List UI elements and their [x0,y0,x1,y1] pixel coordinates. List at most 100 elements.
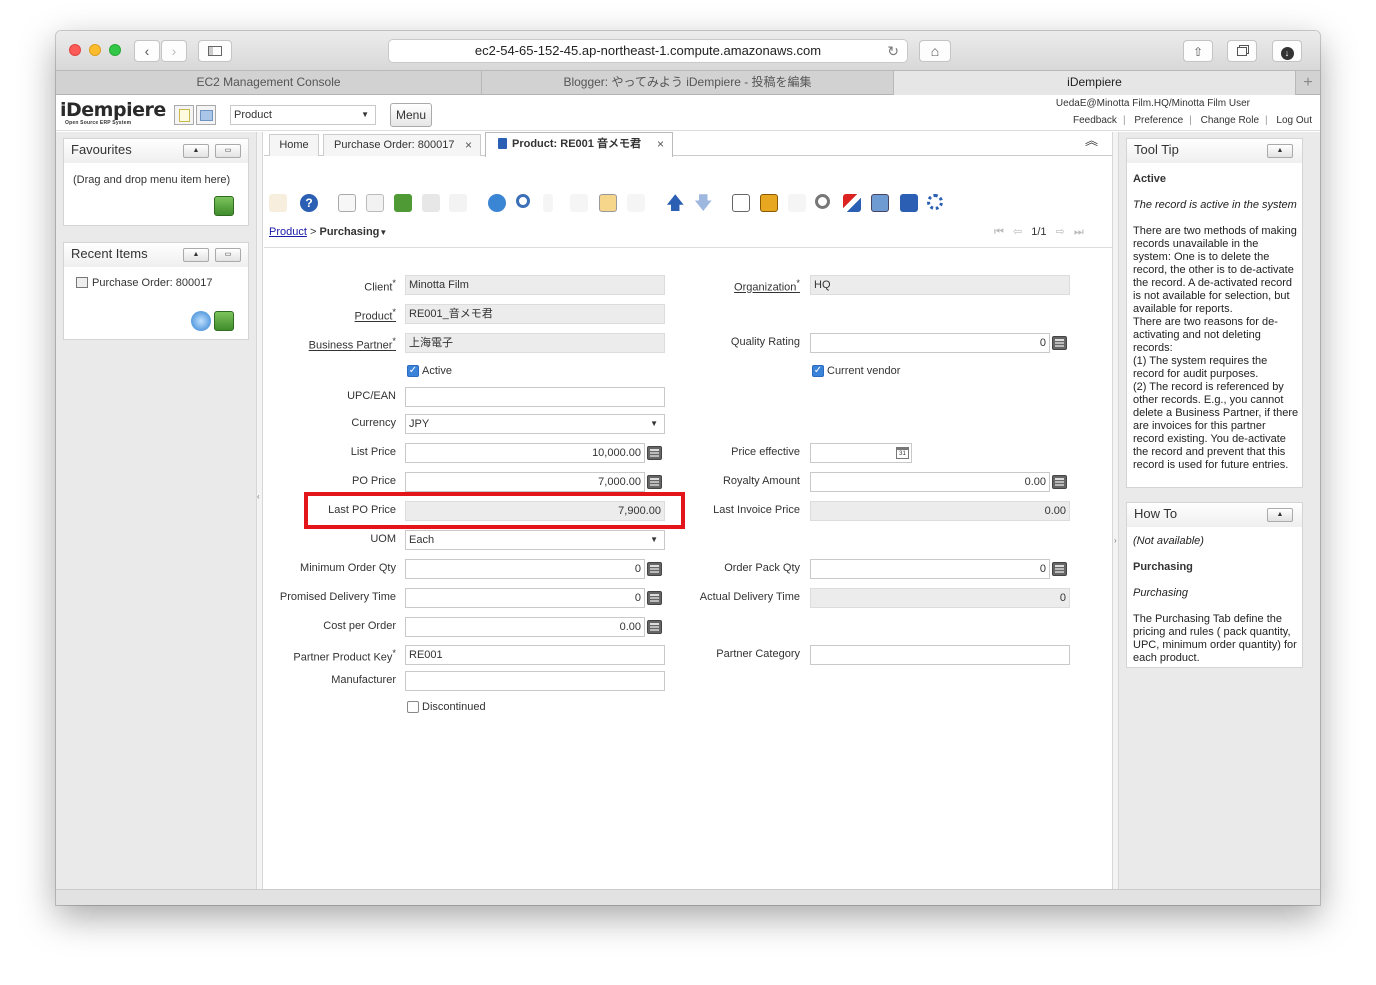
collapse-tooltip-button[interactable]: ▲ [1267,144,1293,158]
copy-record-icon[interactable] [366,194,384,212]
address-bar[interactable]: ec2-54-65-152-45.ap-northeast-1.compute.… [388,39,908,63]
downloads-button[interactable]: ↓ [1272,40,1302,62]
find-icon[interactable] [516,194,530,208]
forward-button[interactable]: › [161,40,187,62]
promised-delivery-input[interactable]: 0 [405,588,645,608]
archive-icon[interactable] [760,194,778,212]
order-pack-qty-input[interactable]: 0 [810,559,1050,579]
save-icon[interactable] [422,194,440,212]
calculator-icon[interactable] [1052,562,1067,576]
new-record-icon[interactable] [338,194,356,212]
menu-button[interactable]: Menu [390,103,432,127]
multi-row-icon[interactable] [627,194,645,212]
product-field[interactable]: RE001_音メモ君 [405,304,665,324]
tab-product[interactable]: Product: RE001 音メモ君 × [485,132,673,157]
prev-record-icon[interactable]: ⇦ [1013,226,1022,238]
actual-delivery-field[interactable]: 0 [810,588,1070,608]
calendar-icon[interactable]: 31 [896,447,909,459]
partner-category-input[interactable] [810,645,1070,665]
upc-input[interactable] [405,387,665,407]
close-tab-icon[interactable]: × [657,133,664,155]
collapse-recent-button[interactable]: ▲ [183,248,209,262]
collapse-howto-button[interactable]: ▲ [1267,508,1293,522]
attachment-icon[interactable] [543,194,553,212]
reload-icon[interactable]: ↻ [887,40,899,62]
last-invoice-price-field[interactable]: 0.00 [810,501,1070,521]
last-record-icon[interactable]: ⏭ [1074,226,1084,238]
browser-tab-blogger[interactable]: Blogger: やってみよう iDempiere - 投稿を編集 [482,71,894,95]
collapse-tabs-icon[interactable]: ︽ [1085,134,1098,147]
back-button[interactable]: ‹ [134,40,160,62]
maximize-favourites-button[interactable]: ▭ [215,144,241,158]
next-tab-icon[interactable]: 🡇 [694,194,713,212]
refresh-icon[interactable] [191,311,211,331]
business-partner-field[interactable]: 上海電子 [405,333,665,353]
report-icon[interactable] [732,194,750,212]
print-icon[interactable] [788,194,806,212]
po-price-input[interactable]: 7,000.00 [405,472,645,492]
breadcrumb-current[interactable]: Purchasing [319,226,379,238]
currency-select[interactable]: JPY ▼ [405,414,665,434]
uom-select[interactable]: Each ▼ [405,530,665,550]
calculator-icon[interactable] [1052,475,1067,489]
discontinued-checkbox[interactable] [407,701,419,713]
new-tab-button[interactable]: + [1296,71,1320,95]
active-workflows-icon[interactable] [843,194,861,212]
calculator-icon[interactable] [647,446,662,460]
recycle-bin-icon[interactable] [214,311,234,331]
quality-rating-field[interactable]: 0 [810,333,1050,353]
recycle-bin-icon[interactable] [214,196,234,216]
royalty-amount-input[interactable]: 0.00 [810,472,1050,492]
settings-gear-icon[interactable] [927,194,943,210]
calculator-icon[interactable] [647,475,662,489]
open-window-icon[interactable] [196,105,216,125]
tab-home[interactable]: Home [269,134,319,156]
active-checkbox[interactable]: ✓ [407,365,419,377]
undo-icon[interactable] [269,194,287,212]
first-record-icon[interactable]: ⏮ [994,226,1004,238]
logout-link[interactable]: Log Out [1270,115,1312,126]
client-field[interactable]: Minotta Film [405,275,665,295]
browser-tab-ec2[interactable]: EC2 Management Console [56,71,482,95]
calculator-icon[interactable] [647,562,662,576]
help-icon[interactable]: ? [300,194,318,212]
business-partner-label[interactable]: Business Partner [309,340,393,352]
browser-tab-idempiere[interactable]: iDempiere [894,71,1296,95]
zoom-across-icon[interactable] [815,194,830,209]
previous-tab-icon[interactable]: 🡅 [666,194,685,212]
right-splitter[interactable]: › [1112,132,1119,892]
tab-purchase-order[interactable]: Purchase Order: 800017 × [323,134,481,156]
partner-product-key-input[interactable]: RE001 [405,645,665,665]
list-price-input[interactable]: 10,000.00 [405,443,645,463]
share-button[interactable]: ⇧ [1183,40,1213,62]
tabs-overview-button[interactable] [1227,40,1257,62]
collapse-favourites-button[interactable]: ▲ [183,144,209,158]
menu-search-input[interactable]: Product ▼ [230,105,376,125]
zoom-window-button[interactable] [109,44,121,56]
close-window-button[interactable] [69,44,81,56]
caret-down-icon[interactable]: ▼ [379,228,387,237]
home-button[interactable]: ⌂ [919,40,951,62]
cost-per-order-input[interactable]: 0.00 [405,617,645,637]
organization-field[interactable]: HQ [810,275,1070,295]
manufacturer-input[interactable] [405,671,665,691]
calculator-icon[interactable] [647,591,662,605]
product-label[interactable]: Product [355,311,393,323]
sidebar-toggle-button[interactable] [198,40,232,62]
preference-link[interactable]: Preference [1128,115,1189,126]
chat-icon[interactable] [570,194,588,212]
breadcrumb-product-link[interactable]: Product [269,226,307,238]
product-info-icon[interactable] [871,194,889,212]
left-splitter[interactable]: ‹ [256,132,263,892]
change-role-link[interactable]: Change Role [1195,115,1265,126]
grid-toggle-icon[interactable] [599,194,617,212]
save-new-icon[interactable] [449,194,467,212]
feedback-link[interactable]: Feedback [1067,115,1123,126]
refresh-icon[interactable] [488,194,506,212]
organization-label[interactable]: Organization [734,282,796,294]
recent-item[interactable]: Purchase Order: 800017 [76,277,212,289]
delete-record-icon[interactable] [394,194,412,212]
calculator-icon[interactable] [1052,336,1067,350]
customize-icon[interactable] [900,194,918,212]
calculator-icon[interactable] [647,620,662,634]
